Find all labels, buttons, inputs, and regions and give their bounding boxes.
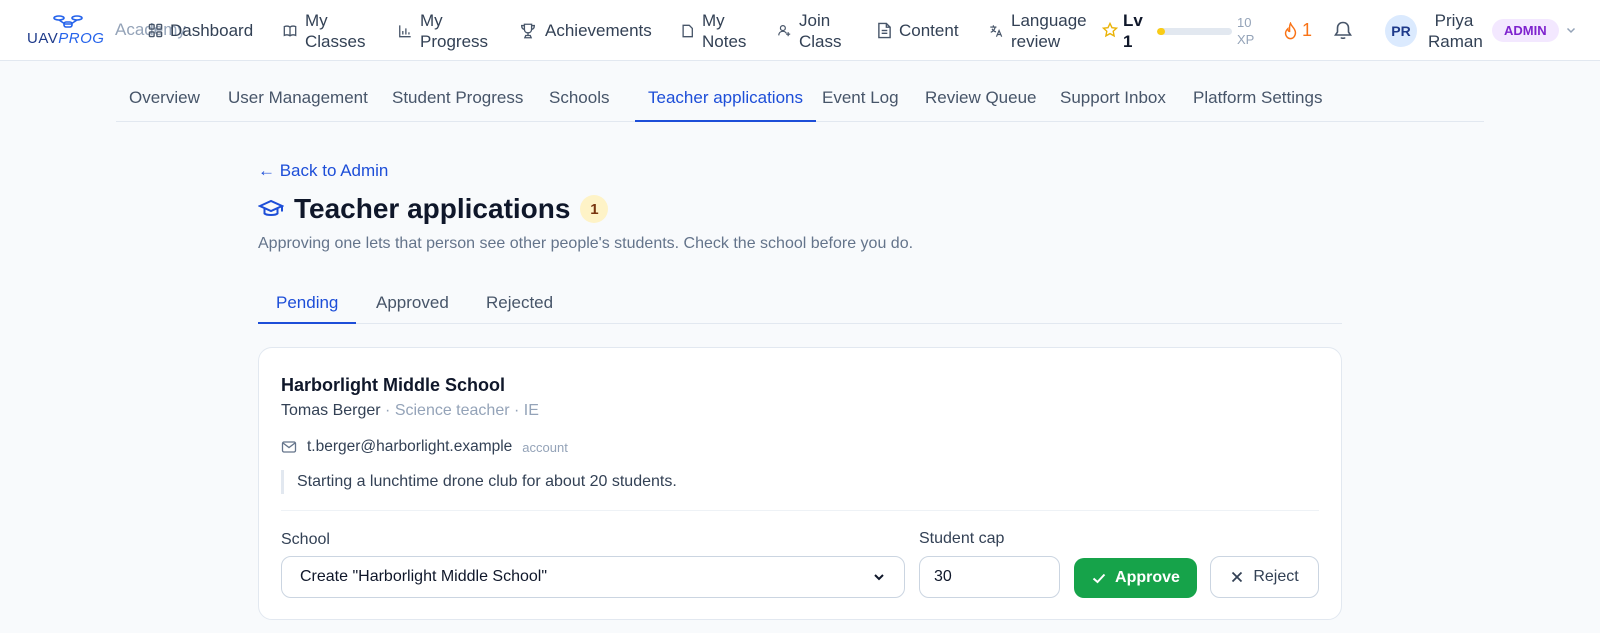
application-note: Starting a lunchtime drone club for abou…: [281, 470, 677, 494]
nav-language-review[interactable]: Language review: [988, 0, 1087, 61]
nav-achievements[interactable]: Achievements: [518, 0, 652, 61]
flame-icon: [1283, 21, 1298, 40]
dashboard-grid-icon: [147, 23, 163, 39]
graduation-cap-icon: [257, 196, 285, 222]
nav-dashboard[interactable]: Dashboard: [147, 0, 253, 61]
card-divider: [281, 510, 1319, 511]
nav-language-review-label: Language review: [1011, 10, 1087, 51]
bar-chart-icon: [397, 23, 413, 39]
translate-icon: [988, 23, 1004, 39]
user-name[interactable]: Priya Raman: [1428, 10, 1483, 52]
tab-schools[interactable]: Schools: [536, 78, 622, 122]
page-title: Teacher applications: [294, 193, 571, 224]
email-source-tag: account: [522, 439, 568, 455]
tab-teacher-applications[interactable]: Teacher applications: [635, 78, 816, 122]
tab-pending[interactable]: Pending: [258, 282, 357, 324]
page-header: Teacher applications 1: [257, 193, 609, 225]
nav-join-class[interactable]: Join Class: [776, 0, 845, 61]
tab-event-log[interactable]: Event Log: [809, 78, 912, 122]
approve-button[interactable]: Approve: [1074, 558, 1197, 598]
reject-button[interactable]: Reject: [1210, 556, 1319, 598]
school-select[interactable]: Create "Harborlight Middle School": [281, 556, 905, 598]
nav-content-label: Content: [899, 21, 959, 40]
streak-counter[interactable]: 1: [1283, 20, 1312, 41]
xp-progress-fill: [1157, 28, 1165, 35]
nav-my-classes[interactable]: My Classes: [282, 0, 367, 61]
user-plus-icon: [776, 23, 792, 39]
applicant-name: Tomas Berger: [281, 402, 381, 419]
school-select-value: Create "Harborlight Middle School": [300, 568, 548, 585]
xp-progress-bar: [1157, 28, 1232, 35]
drone-logo-icon: [53, 15, 83, 28]
application-school-name: Harborlight Middle School: [281, 375, 505, 395]
check-icon: [1091, 570, 1107, 586]
tab-rejected[interactable]: Rejected: [468, 282, 571, 324]
applicant-email-row: t.berger@harborlight.example account: [281, 438, 568, 456]
mail-icon: [281, 439, 297, 455]
student-cap-input[interactable]: 30: [919, 556, 1060, 598]
nav-achievements-label: Achievements: [545, 21, 652, 40]
nav-content[interactable]: Content: [876, 0, 959, 61]
nav-my-classes-label: My Classes: [305, 10, 366, 51]
level-label: Lv 1: [1123, 11, 1143, 51]
logo-suffix: PROG: [58, 30, 105, 47]
tab-student-progress[interactable]: Student Progress: [379, 78, 536, 122]
logo[interactable]: UAVPROG: [27, 14, 107, 48]
close-icon: [1230, 570, 1244, 584]
streak-count: 1: [1302, 20, 1313, 40]
back-to-admin-link[interactable]: ← Back to Admin: [258, 161, 388, 181]
applicant-info: Tomas Berger · Science teacher · IE: [281, 402, 539, 420]
star-icon: [1101, 21, 1119, 38]
nav-join-class-label: Join Class: [799, 10, 842, 51]
status-tabs: Pending Approved Rejected: [258, 282, 1342, 324]
tab-review-queue[interactable]: Review Queue: [912, 78, 1050, 122]
nav-my-progress-label: My Progress: [420, 10, 489, 51]
logo-prefix: UAV: [27, 30, 59, 47]
applicant-email: t.berger@harborlight.example: [307, 438, 513, 455]
note-icon: [679, 23, 695, 39]
avatar[interactable]: PR: [1385, 15, 1417, 47]
page-subtitle: Approving one lets that person see other…: [258, 235, 914, 252]
tab-overview[interactable]: Overview: [116, 78, 213, 122]
pending-count-badge: 1: [580, 195, 609, 223]
logo-wordmark: UAVPROG: [27, 30, 104, 47]
tab-approved[interactable]: Approved: [358, 282, 467, 324]
book-open-icon: [282, 23, 298, 39]
tab-user-management[interactable]: User Management: [215, 78, 381, 122]
tab-platform-settings[interactable]: Platform Settings: [1180, 78, 1335, 122]
student-cap-label: Student cap: [919, 530, 1005, 547]
document-icon: [876, 22, 892, 39]
nav-my-notes[interactable]: My Notes: [679, 0, 750, 61]
approve-button-label: Approve: [1115, 569, 1180, 586]
xp-label: 10 XP: [1237, 15, 1255, 47]
role-badge: ADMIN: [1492, 19, 1559, 42]
notifications-bell-icon[interactable]: [1332, 19, 1354, 41]
application-card: Harborlight Middle School Tomas Berger ·…: [258, 347, 1342, 620]
nav-dashboard-label: Dashboard: [170, 21, 254, 40]
reject-button-label: Reject: [1253, 568, 1299, 585]
applicant-meta: · Science teacher · IE: [380, 402, 539, 419]
school-field-label: School: [281, 531, 330, 548]
nav-my-notes-label: My Notes: [702, 10, 747, 51]
nav-my-progress[interactable]: My Progress: [397, 0, 490, 61]
chevron-down-icon: [872, 570, 886, 584]
chevron-down-icon[interactable]: [1564, 23, 1578, 37]
trophy-icon: [518, 21, 538, 41]
top-navbar: UAVPROG Academy Dashboard My Classes My …: [0, 0, 1600, 61]
admin-tabs: Overview User Management Student Progres…: [116, 78, 1484, 122]
tab-support-inbox[interactable]: Support Inbox: [1047, 78, 1179, 122]
